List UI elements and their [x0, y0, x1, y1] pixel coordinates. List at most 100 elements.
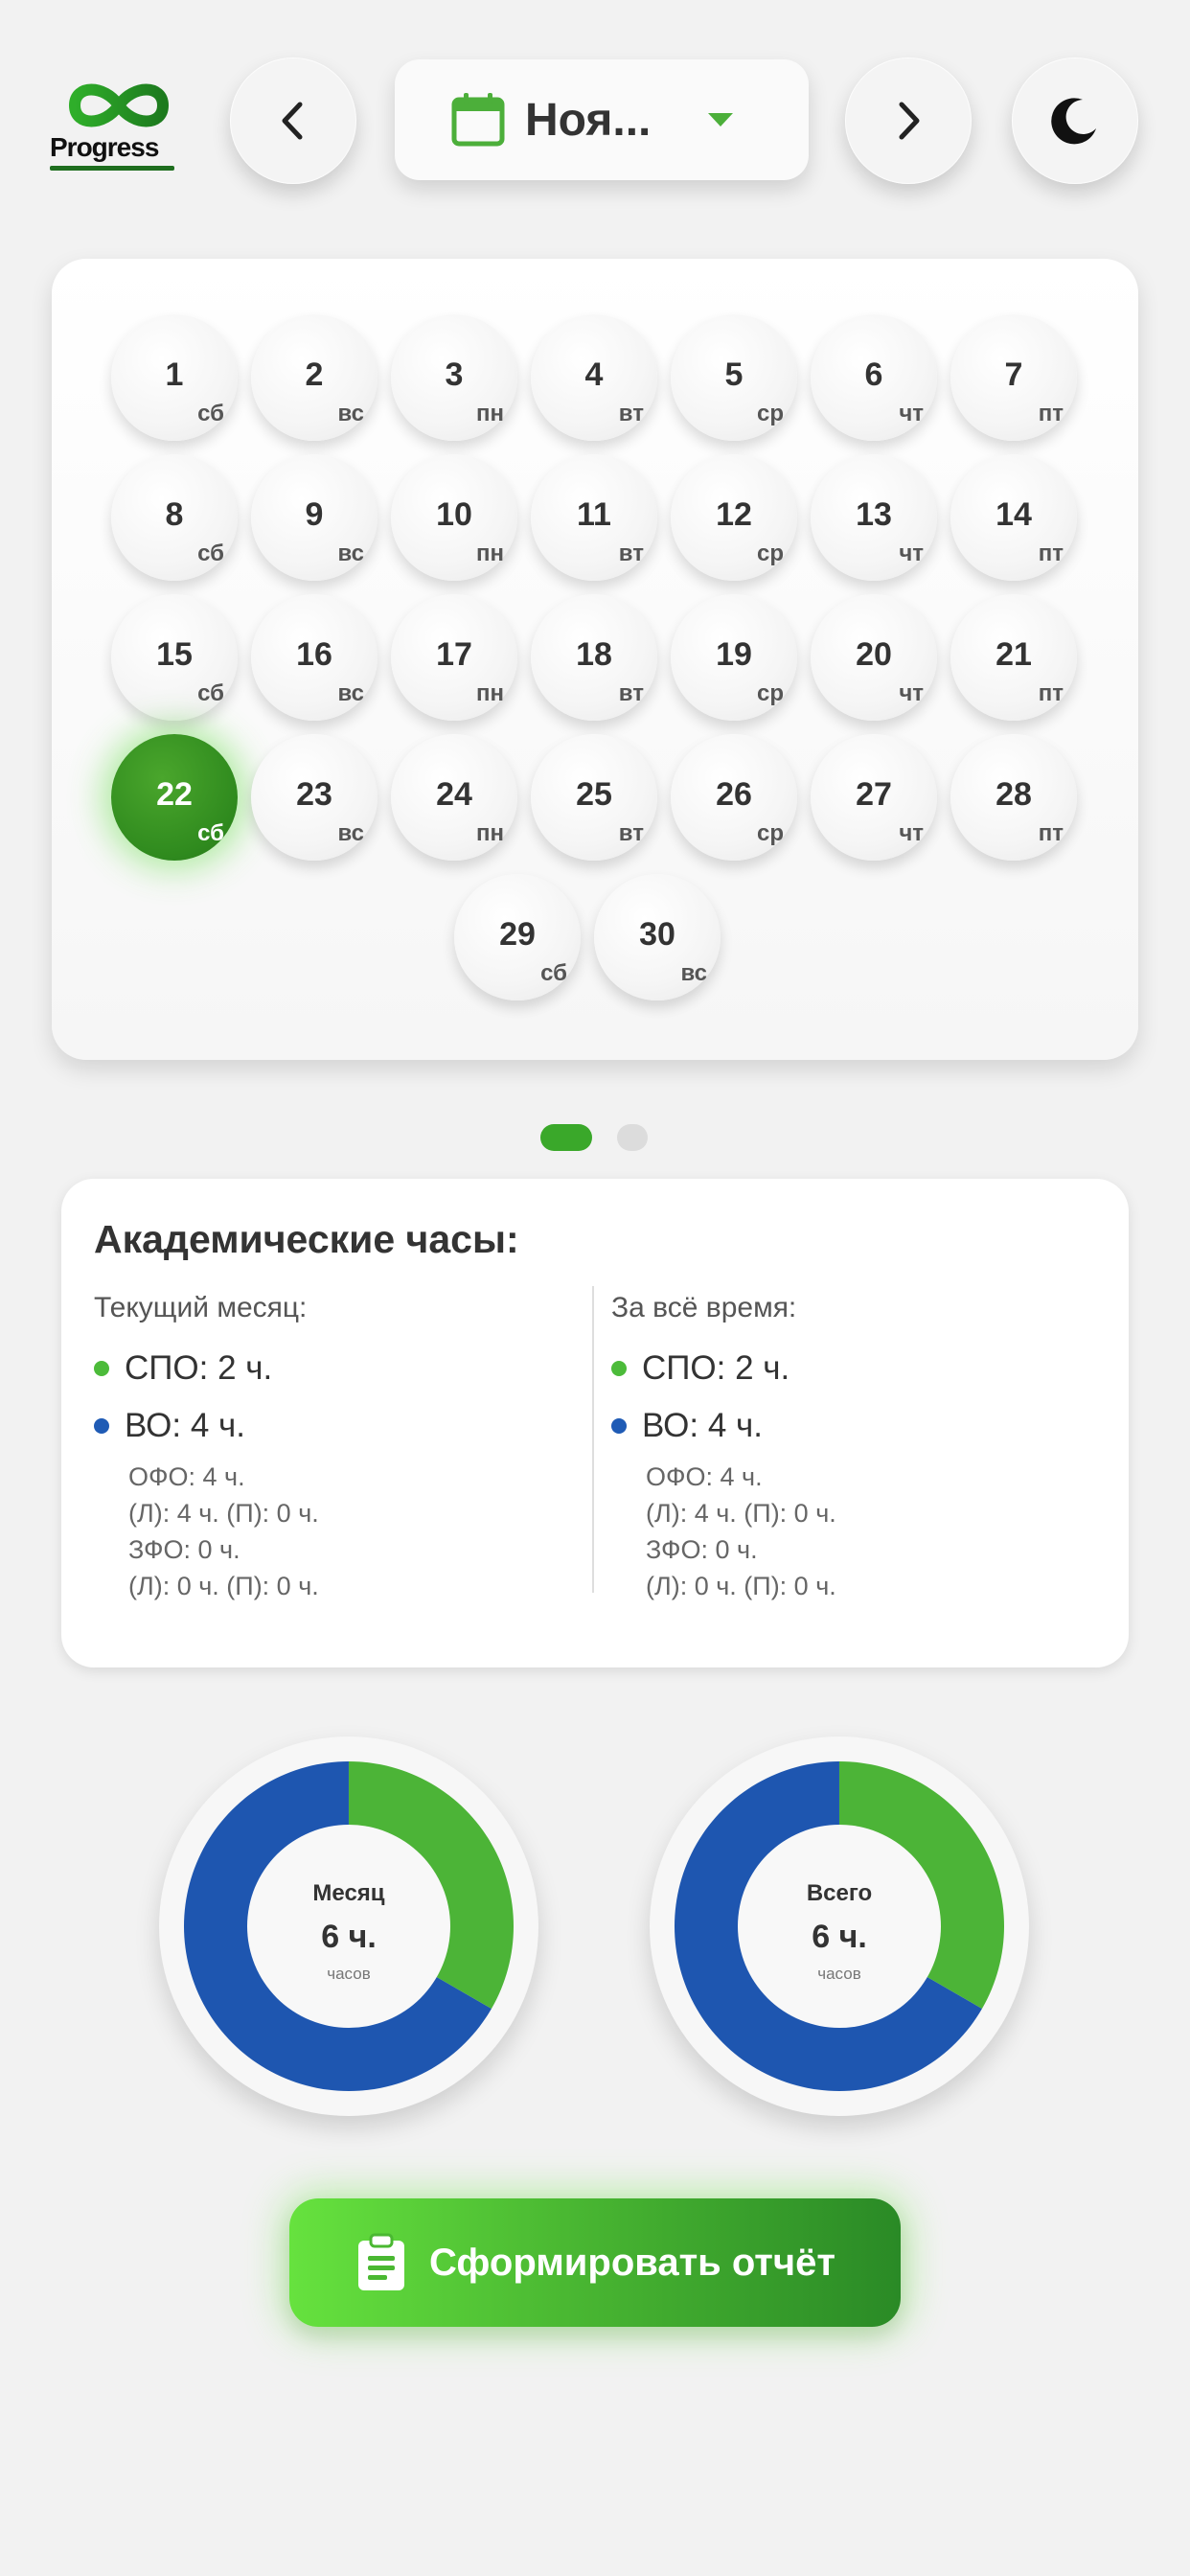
spo-line: СПО: 2 ч.	[611, 1349, 1090, 1388]
chevron-left-icon	[282, 102, 303, 140]
column-divider	[592, 1286, 594, 1593]
spo-line: СПО: 2 ч.	[94, 1349, 573, 1388]
weekday-label: чт	[899, 680, 924, 706]
day-number: 24	[436, 776, 472, 813]
day-number: 17	[436, 636, 472, 673]
calendar-day[interactable]: 24 пн	[391, 734, 517, 861]
calendar-day[interactable]: 7 пт	[950, 314, 1077, 441]
day-number: 7	[1004, 356, 1023, 393]
calendar-day[interactable]: 9 вс	[251, 454, 378, 581]
theme-toggle-button[interactable]	[1012, 58, 1138, 184]
weekday-label: вт	[618, 680, 644, 706]
zfo-detail: (Л): 0 ч. (П): 0 ч.	[646, 1572, 836, 1600]
donut-value: 6 ч.	[812, 1919, 867, 1955]
day-number: 15	[156, 636, 193, 673]
calendar-day[interactable]: 21 пт	[950, 594, 1077, 721]
donut-value: 6 ч.	[321, 1919, 377, 1955]
calendar-day[interactable]: 14 пт	[950, 454, 1077, 581]
donut-unit: часов	[327, 1965, 371, 1983]
report-button-label: Сформировать отчёт	[429, 2241, 835, 2284]
day-number: 9	[305, 496, 324, 533]
weekday-label: чт	[899, 820, 924, 846]
day-number: 14	[995, 496, 1032, 533]
donut-label: Месяц	[312, 1880, 385, 1906]
vo-bullet	[94, 1418, 109, 1434]
calendar-day[interactable]: 11 вт	[531, 454, 657, 581]
day-number: 6	[864, 356, 883, 393]
all-time-column: За всё время: СПО: 2 ч. ВО: 4 ч. ОФО: 4 …	[611, 1292, 1090, 1604]
weekday-label: пт	[1038, 820, 1064, 846]
calendar-day[interactable]: 4 вт	[531, 314, 657, 441]
day-number: 20	[856, 636, 892, 673]
calendar-day-today[interactable]: 22 сб	[111, 734, 238, 861]
calendar-day[interactable]: 10 пн	[391, 454, 517, 581]
weekday-label: пн	[476, 540, 504, 566]
weekday-label: ср	[756, 680, 784, 706]
page-indicator-active[interactable]	[540, 1124, 592, 1151]
zfo-detail: (Л): 0 ч. (П): 0 ч.	[128, 1572, 319, 1600]
calendar-day[interactable]: 16 вс	[251, 594, 378, 721]
calendar-day[interactable]: 6 чт	[811, 314, 937, 441]
day-number: 29	[499, 916, 536, 953]
day-number: 19	[716, 636, 752, 673]
calendar-day[interactable]: 26 ср	[671, 734, 797, 861]
next-month-button[interactable]	[845, 58, 972, 184]
weekday-label: чт	[899, 540, 924, 566]
day-number: 22	[156, 776, 193, 813]
calendar-day[interactable]: 25 вт	[531, 734, 657, 861]
app-logo: Progress	[48, 77, 182, 172]
day-number: 8	[165, 496, 184, 533]
month-label: Ноя...	[525, 94, 652, 146]
current-month-column: Текущий месяц: СПО: 2 ч. ВО: 4 ч. ОФО: 4…	[94, 1292, 573, 1604]
calendar-card: 1 сб 2 вс 3 пн 4 вт 5 ср 6 чт 7 пт 8 сб 9 вс 10 пн 11 вт 12 ср 1…	[52, 259, 1138, 1060]
day-number: 27	[856, 776, 892, 813]
ofo-detail: (Л): 4 ч. (П): 0 ч.	[128, 1499, 319, 1528]
calendar-day[interactable]: 20 чт	[811, 594, 937, 721]
spo-bullet	[94, 1361, 109, 1376]
ofo-line: ОФО: 4 ч.	[128, 1462, 245, 1491]
page-indicator[interactable]	[617, 1124, 648, 1151]
calendar-day[interactable]: 30 вс	[594, 874, 721, 1000]
weekday-label: сб	[197, 820, 224, 846]
academic-hours-card: Академические часы: Текущий месяц: СПО: …	[61, 1179, 1129, 1668]
calendar-day[interactable]: 12 ср	[671, 454, 797, 581]
donut-label: Всего	[806, 1880, 873, 1906]
weekday-label: ср	[756, 820, 784, 846]
prev-month-button[interactable]	[230, 58, 356, 184]
day-number: 11	[577, 496, 611, 533]
moon-icon	[1051, 98, 1096, 145]
month-dropdown[interactable]: Ноя...	[395, 59, 809, 180]
calendar-day[interactable]: 18 вт	[531, 594, 657, 721]
calendar-day[interactable]: 19 ср	[671, 594, 797, 721]
weekday-label: сб	[197, 680, 224, 706]
weekday-label: сб	[540, 960, 567, 986]
calendar-day[interactable]: 27 чт	[811, 734, 937, 861]
calendar-day[interactable]: 3 пн	[391, 314, 517, 441]
calendar-day[interactable]: 15 сб	[111, 594, 238, 721]
calendar-day[interactable]: 1 сб	[111, 314, 238, 441]
day-number: 21	[995, 636, 1032, 673]
weekday-label: вт	[618, 540, 644, 566]
current-month-heading: Текущий месяц:	[94, 1292, 308, 1323]
calendar-day[interactable]: 23 вс	[251, 734, 378, 861]
day-number: 26	[716, 776, 752, 813]
vo-line: ВО: 4 ч.	[94, 1407, 573, 1445]
donut-unit: часов	[817, 1965, 861, 1983]
weekday-label: пт	[1038, 680, 1064, 706]
calendar-day[interactable]: 28 пт	[950, 734, 1077, 861]
calendar-day[interactable]: 17 пн	[391, 594, 517, 721]
calendar-day[interactable]: 8 сб	[111, 454, 238, 581]
clipboard-icon	[358, 2233, 405, 2290]
weekday-label: вс	[337, 680, 364, 706]
day-number: 16	[296, 636, 332, 673]
generate-report-button[interactable]: Сформировать отчёт	[289, 2198, 901, 2327]
weekday-label: вс	[680, 960, 707, 986]
calendar-day[interactable]: 13 чт	[811, 454, 937, 581]
calendar-day[interactable]: 5 ср	[671, 314, 797, 441]
calendar-day[interactable]: 2 вс	[251, 314, 378, 441]
calendar-day[interactable]: 29 сб	[454, 874, 581, 1000]
day-number: 25	[576, 776, 612, 813]
hours-title: Академические часы:	[94, 1217, 519, 1261]
infinity-icon	[68, 83, 170, 127]
weekday-label: вт	[618, 820, 644, 846]
